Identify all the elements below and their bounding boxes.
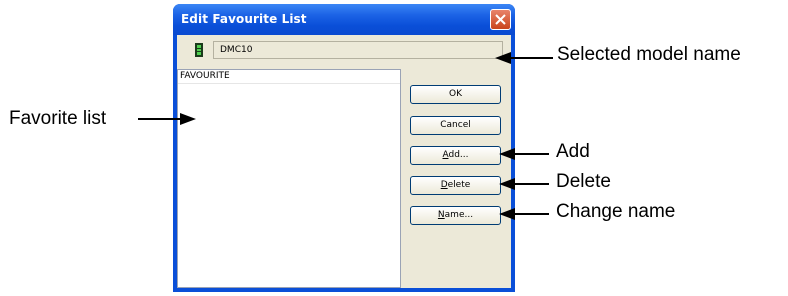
list-header: FAVOURITE xyxy=(178,70,400,84)
callout-favorite-list: Favorite list xyxy=(9,108,107,129)
model-name-field: DMC10 xyxy=(213,41,503,59)
name-button[interactable]: Name... xyxy=(410,206,501,225)
device-icon xyxy=(195,43,203,57)
arrow-add xyxy=(499,148,549,160)
callout-delete: Delete xyxy=(556,171,611,192)
callout-selected-model: Selected model name xyxy=(557,44,741,65)
ok-button[interactable]: OK xyxy=(410,85,501,104)
title-bar[interactable]: Edit Favourite List xyxy=(173,4,515,35)
close-button[interactable] xyxy=(490,9,511,30)
callout-change-name: Change name xyxy=(556,201,676,222)
callout-add: Add xyxy=(556,141,590,162)
arrow-selected-model xyxy=(495,52,553,64)
add-button[interactable]: Add... xyxy=(410,146,501,165)
edit-favourite-dialog: Edit Favourite List DMC10 FAVOURITE OK C… xyxy=(173,4,515,292)
arrow-favorite-list xyxy=(138,113,196,125)
arrow-delete xyxy=(499,178,549,190)
favourite-list[interactable]: FAVOURITE xyxy=(177,69,401,288)
delete-button[interactable]: Delete xyxy=(410,176,501,195)
arrow-change-name xyxy=(499,208,549,220)
model-row: DMC10 xyxy=(177,35,511,65)
dialog-body: DMC10 FAVOURITE OK Cancel Add... Delete … xyxy=(177,35,511,288)
close-icon xyxy=(495,14,506,25)
cancel-button[interactable]: Cancel xyxy=(410,116,501,135)
dialog-title: Edit Favourite List xyxy=(181,12,307,26)
